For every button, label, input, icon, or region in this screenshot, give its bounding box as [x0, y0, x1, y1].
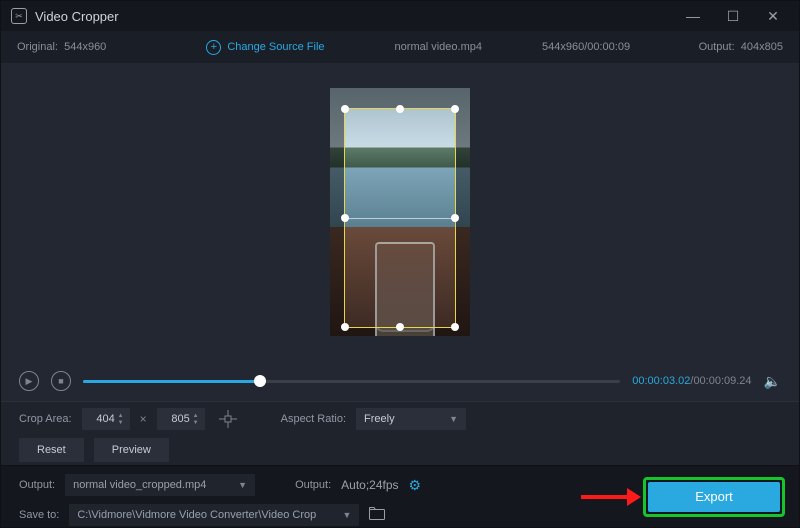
preview-stage: [1, 63, 799, 361]
window-title: Video Cropper: [35, 9, 119, 24]
video-preview[interactable]: [330, 88, 470, 336]
crop-area-label: Crop Area:: [19, 413, 72, 425]
source-dims-duration: 544x960/00:00:09: [542, 41, 630, 53]
original-dimensions: Original: 544x960: [17, 41, 106, 53]
height-down[interactable]: ▼: [193, 420, 203, 426]
crop-height-input[interactable]: 805 ▲▼: [157, 408, 205, 430]
crop-handle-s[interactable]: [396, 323, 404, 331]
crop-handle-nw[interactable]: [341, 105, 349, 113]
source-filename: normal video.mp4: [395, 41, 482, 53]
chevron-down-icon: ▼: [342, 510, 351, 520]
playback-bar: ▶ ■ 00:00:03.02/00:00:09.24 🔈: [1, 361, 799, 401]
crop-handle-ne[interactable]: [451, 105, 459, 113]
annotation-arrow: [581, 488, 641, 506]
preview-button[interactable]: Preview: [94, 438, 169, 462]
output-dimensions: Output: 404x805: [699, 41, 783, 53]
width-down[interactable]: ▼: [118, 420, 128, 426]
time-display: 00:00:03.02/00:00:09.24: [632, 375, 751, 387]
crop-handle-w[interactable]: [341, 214, 349, 222]
title-bar: ✂ Video Cropper — ☐ ✕: [1, 1, 799, 31]
center-crosshair-icon: [219, 410, 237, 428]
aspect-ratio-select[interactable]: Freely ▼: [356, 408, 466, 430]
seek-slider[interactable]: [83, 380, 620, 383]
crop-controls: Crop Area: 404 ▲▼ × 805 ▲▼ A: [1, 401, 799, 465]
volume-icon[interactable]: 🔈: [764, 373, 781, 390]
app-logo-icon: ✂: [11, 8, 27, 24]
settings-gear-icon[interactable]: ⚙: [409, 477, 422, 494]
open-folder-button[interactable]: [369, 507, 385, 523]
crop-rectangle[interactable]: [344, 108, 456, 328]
close-button[interactable]: ✕: [757, 1, 789, 31]
save-to-label: Save to:: [19, 509, 59, 521]
crop-handle-sw[interactable]: [341, 323, 349, 331]
output-file-label: Output:: [19, 479, 55, 491]
crop-handle-n[interactable]: [396, 105, 404, 113]
chevron-down-icon: ▼: [449, 414, 458, 424]
width-up[interactable]: ▲: [118, 413, 128, 419]
chevron-down-icon: ▼: [238, 480, 247, 490]
maximize-button[interactable]: ☐: [717, 1, 749, 31]
height-up[interactable]: ▲: [193, 413, 203, 419]
footer-bar: Output: normal video_cropped.mp4 ▼ Outpu…: [1, 465, 799, 527]
output-settings-label: Output:: [295, 479, 331, 491]
plus-circle-icon: +: [206, 40, 221, 55]
output-filename-field[interactable]: normal video_cropped.mp4 ▼: [65, 474, 255, 496]
stop-button[interactable]: ■: [51, 371, 71, 391]
reset-button[interactable]: Reset: [19, 438, 84, 462]
crop-handle-e[interactable]: [451, 214, 459, 222]
save-to-path-select[interactable]: C:\Vidmore\Vidmore Video Converter\Video…: [69, 504, 359, 526]
multiply-icon: ×: [140, 412, 147, 426]
app-window: ✂ Video Cropper — ☐ ✕ Original: 544x960 …: [0, 0, 800, 528]
export-button[interactable]: Export: [648, 482, 780, 512]
crop-width-input[interactable]: 404 ▲▼: [82, 408, 130, 430]
center-crop-button[interactable]: [215, 408, 241, 430]
folder-icon: [369, 507, 385, 520]
crop-handle-se[interactable]: [451, 323, 459, 331]
aspect-ratio-label: Aspect Ratio:: [281, 413, 346, 425]
annotation-highlight: Export: [643, 477, 785, 517]
play-button[interactable]: ▶: [19, 371, 39, 391]
info-bar: Original: 544x960 + Change Source File n…: [1, 31, 799, 63]
change-source-file-button[interactable]: + Change Source File: [206, 40, 324, 55]
seek-thumb[interactable]: [254, 375, 266, 387]
minimize-button[interactable]: —: [677, 1, 709, 31]
output-settings-value: Auto;24fps: [341, 478, 398, 492]
